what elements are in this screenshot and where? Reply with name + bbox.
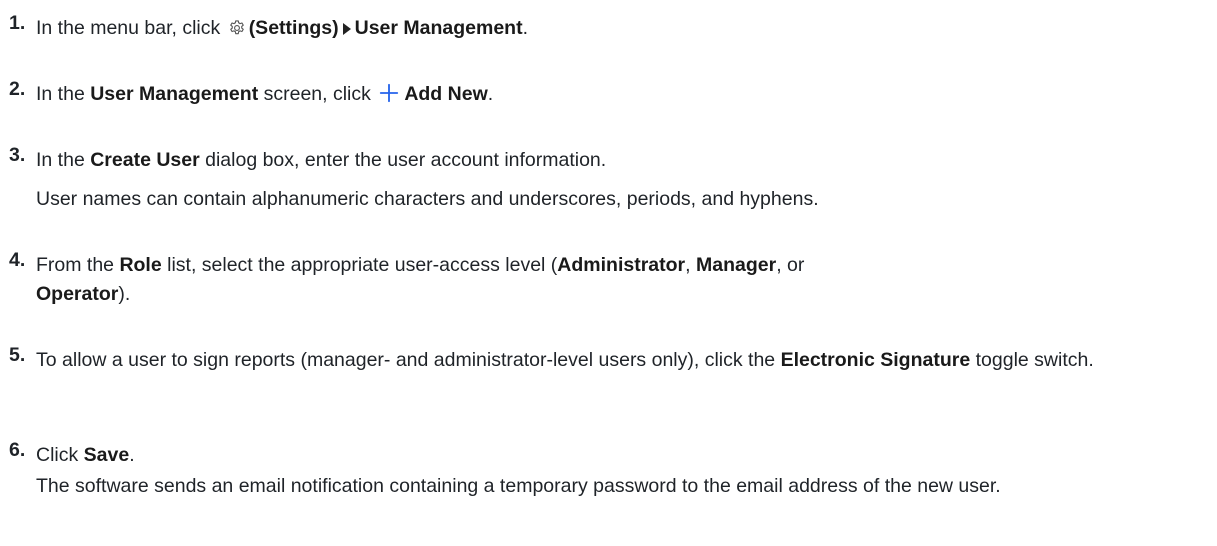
step-number: 3. (9, 144, 26, 166)
step-number: 4. (9, 249, 26, 271)
step-5: 5. To allow a user to sign reports (mana… (0, 344, 1209, 375)
electronic-signature-label: Electronic Signature (780, 349, 971, 371)
separator: , (685, 254, 696, 276)
step-number: 6. (9, 439, 26, 461)
step-text-post: ). (118, 283, 131, 305)
step-text-post: toggle switch. (970, 349, 1094, 371)
user-management-label: User Management (354, 17, 523, 39)
step-text: In the menu bar, click (Settings) User Ma… (36, 14, 1209, 43)
step-text-post: . (522, 17, 528, 39)
add-new-label: Add New (404, 83, 488, 105)
chevron-right-icon (342, 23, 351, 35)
step-text: In the User Management screen, click Add… (36, 80, 1209, 109)
step-text: In the Create User dialog box, enter the… (36, 146, 1209, 214)
step-4: 4. From the Role list, select the approp… (0, 249, 1209, 309)
step-note: User names can contain alphanumeric char… (36, 188, 819, 210)
save-label: Save (83, 444, 130, 466)
plus-icon (380, 83, 399, 103)
settings-label: (Settings) (248, 17, 339, 39)
step-text: Click Save. The software sends an email … (36, 441, 1208, 501)
manager-label: Manager (696, 254, 777, 276)
procedure-steps: 1. In the menu bar, click (Settings) User… (0, 0, 1217, 546)
step-number: 5. (9, 344, 26, 366)
step-text-pre: To allow a user to sign reports (manager… (36, 349, 781, 371)
step-3: 3. In the Create User dialog box, enter … (0, 144, 1209, 214)
gear-icon (229, 20, 244, 35)
step-note: The software sends an email notification… (36, 475, 1001, 497)
step-6: 6. Click Save. The software sends an ema… (0, 439, 1209, 501)
step-1: 1. In the menu bar, click (Settings) User… (0, 12, 1209, 43)
step-main-text: Click Save. (36, 441, 1208, 470)
step-text-pre: Click (36, 444, 84, 466)
step-text-pre: From the (36, 254, 120, 276)
step-number: 2. (9, 78, 26, 100)
step-number: 1. (9, 12, 26, 34)
step-text: From the Role list, select the appropria… (36, 251, 896, 309)
step-text-mid: list, select the appropriate user-access… (161, 254, 558, 276)
step-text-pre: In the menu bar, click (36, 17, 226, 39)
step-main-text: In the Create User dialog box, enter the… (36, 146, 1209, 175)
create-user-label: Create User (90, 149, 200, 171)
step-text-pre: In the (36, 149, 91, 171)
step-text-post: dialog box, enter the user account infor… (199, 149, 607, 171)
role-label: Role (119, 254, 162, 276)
administrator-label: Administrator (557, 254, 686, 276)
step-text-post: . (487, 83, 494, 105)
step-2: 2. In the User Management screen, click … (0, 78, 1209, 109)
operator-label: Operator (36, 283, 119, 305)
step-text-post: . (129, 444, 135, 466)
step-text: To allow a user to sign reports (manager… (36, 346, 1208, 375)
separator: , or (776, 254, 805, 276)
step-text-pre: In the (36, 83, 91, 105)
step-text-mid: screen, click (258, 83, 377, 105)
user-management-screen-label: User Management (90, 83, 259, 105)
